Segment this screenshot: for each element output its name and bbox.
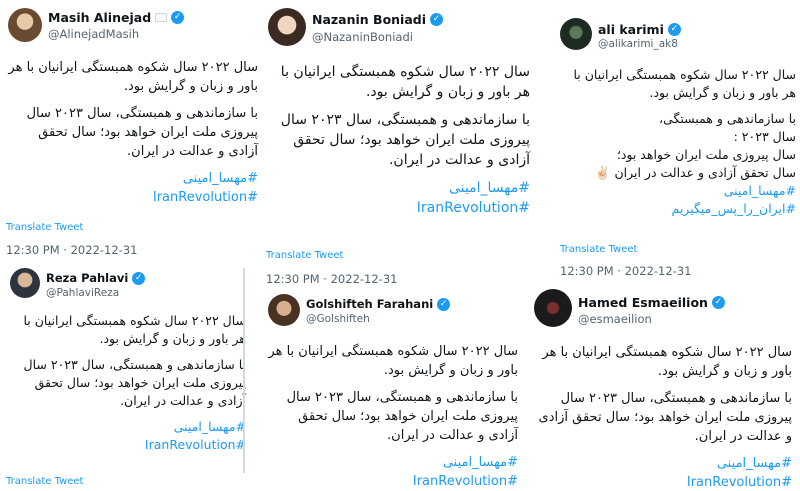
translate-tweet-link[interactable]: Translate Tweet: [6, 476, 83, 487]
verified-icon: ✓: [711, 296, 725, 309]
tweet-paragraph: با سازماندهی و همبستگی، سال ۲۰۲۳ : سال پ…: [560, 110, 796, 182]
user-handle[interactable]: @alikarimi_ak8: [598, 38, 678, 50]
avatar[interactable]: [268, 294, 300, 326]
user-handle[interactable]: @PahlaviReza: [46, 287, 119, 299]
tweet-line: سال پیروزی ملت ایران خواهد بود؛: [616, 147, 796, 162]
hashtag-link[interactable]: #مهسا_امینی: [268, 178, 530, 198]
tweet-paragraph: سال ۲۰۲۲ سال شکوه همبستگی ایرانیان با هر…: [268, 344, 518, 378]
tweet-text: سال ۲۰۲۲ سال شکوه همبستگی ایرانیان با هر…: [536, 343, 792, 491]
display-name[interactable]: Reza Pahlavi ✓: [46, 271, 146, 285]
tweet-paragraph: سال ۲۰۲۲ سال شکوه همبستگی ایرانیان با هر…: [542, 345, 792, 379]
verified-icon: ✓: [437, 297, 451, 311]
tweet-card-alinejad: Masih Alinejad ✓ @AlinejadMasih سال ۲۰۲۲…: [0, 0, 262, 260]
flag-icon: [155, 13, 168, 22]
tweet-card-boniadi: Nazanin Boniadi ✓ @NazaninBoniadi سال ۲۰…: [262, 0, 538, 290]
hashtag-link[interactable]: #مهسا_امینی: [560, 182, 796, 200]
display-name[interactable]: ali karimi ✓: [598, 22, 681, 37]
display-name[interactable]: Hamed Esmaeilion ✓: [578, 295, 725, 310]
display-name[interactable]: Masih Alinejad ✓: [48, 10, 185, 25]
tweet-card-pahlavi: Reza Pahlavi ✓ @PahlaviReza سال ۲۰۲۲ سال…: [0, 262, 252, 491]
tweet-paragraph: سال ۲۰۲۲ سال شکوه همبستگی ایرانیان با هر…: [23, 313, 246, 346]
tweet-text: سال ۲۰۲۲ سال شکوه همبستگی ایرانیان با هر…: [268, 62, 530, 218]
hashtag-link[interactable]: #IranRevolution: [268, 472, 518, 491]
avatar[interactable]: [534, 289, 572, 327]
avatar[interactable]: [268, 8, 306, 46]
hashtag-link[interactable]: #مهسا_امینی: [8, 418, 246, 436]
hashtag-link[interactable]: #IranRevolution: [8, 436, 246, 454]
tweet-card-karimi: ali karimi ✓ @alikarimi_ak8 سال ۲۰۲۲ سال…: [556, 0, 800, 285]
tweet-timestamp[interactable]: 12:30 PM · 2022-12-31: [266, 272, 397, 286]
tweet-card-esmaeilion: Hamed Esmaeilion ✓ @esmaeilion سال ۲۰۲۲ …: [530, 285, 800, 491]
translate-tweet-link[interactable]: Translate Tweet: [560, 244, 637, 255]
verified-icon: ✓: [430, 13, 444, 26]
tweet-card-farahani: Golshifteh Farahani ✓ @Golshifteh سال ۲۰…: [262, 290, 524, 491]
verified-icon: ✓: [132, 271, 146, 285]
tweet-paragraph: سال ۲۰۲۲ سال شکوه همبستگی ایرانیان با هر…: [8, 60, 258, 94]
avatar[interactable]: [10, 268, 40, 298]
tweet-paragraph: سال ۲۰۲۲ سال شکوه همبستگی ایرانیان با هر…: [280, 64, 530, 100]
tweet-paragraph: با سازماندهی و همبستگی، سال ۲۰۲۳ سال پیر…: [538, 391, 792, 444]
display-name[interactable]: Nazanin Boniadi ✓: [312, 12, 444, 27]
tweet-line: سال ۲۰۲۳ :: [733, 129, 796, 144]
hashtag-link[interactable]: #ایران_را_پس_میگیریم: [560, 200, 797, 218]
verified-icon: ✓: [667, 23, 681, 36]
hashtag-link[interactable]: #مهسا_امینی: [268, 453, 518, 472]
tweet-timestamp[interactable]: 12:30 PM · 2022-12-31: [6, 243, 137, 257]
avatar[interactable]: [560, 18, 592, 50]
tweet-text: سال ۲۰۲۲ سال شکوه همبستگی ایرانیان با هر…: [268, 342, 518, 491]
user-handle[interactable]: @NazaninBoniadi: [312, 30, 413, 44]
user-handle[interactable]: @AlinejadMasih: [48, 27, 139, 41]
tweet-line: با سازماندهی و همبستگی،: [659, 111, 796, 126]
hashtag-link[interactable]: #مهسا_امینی: [536, 454, 792, 473]
display-name[interactable]: Golshifteh Farahani ✓: [306, 297, 451, 311]
tweet-paragraph: با سازماندهی و همبستگی، سال ۲۰۲۳ سال پیر…: [286, 390, 518, 443]
tweet-text: سال ۲۰۲۲ سال شکوه همبستگی ایرانیان با هر…: [560, 66, 796, 218]
tweet-paragraph: با سازماندهی و همبستگی، سال ۲۰۲۳ سال پیر…: [26, 106, 258, 159]
translate-tweet-link[interactable]: Translate Tweet: [6, 222, 83, 233]
verified-icon: ✓: [171, 11, 185, 24]
avatar[interactable]: [8, 8, 42, 42]
hashtag-link[interactable]: #IranRevolution: [8, 188, 258, 207]
hashtag-link[interactable]: #IranRevolution: [268, 198, 530, 218]
hashtag-link[interactable]: #IranRevolution: [536, 473, 792, 491]
user-handle[interactable]: @Golshifteh: [306, 313, 370, 325]
hashtag-link[interactable]: #مهسا_امینی: [8, 169, 258, 188]
divider: [243, 268, 245, 473]
tweet-paragraph: سال ۲۰۲۲ سال شکوه همبستگی ایرانیان با هر…: [573, 67, 796, 100]
user-handle[interactable]: @esmaeilion: [578, 312, 652, 326]
tweet-timestamp[interactable]: 12:30 PM · 2022-12-31: [560, 264, 691, 278]
tweet-paragraph: با سازماندهی و همبستگی، سال ۲۰۲۳ سال پیر…: [280, 112, 530, 168]
tweet-line: سال تحقق آزادی و عدالت در ایران ✌🏻: [594, 165, 796, 180]
tweet-text: سال ۲۰۲۲ سال شکوه همبستگی ایرانیان با هر…: [8, 58, 258, 207]
translate-tweet-link[interactable]: Translate Tweet: [266, 250, 343, 261]
tweet-text: سال ۲۰۲۲ سال شکوه همبستگی ایرانیان با هر…: [8, 312, 246, 454]
tweet-paragraph: با سازماندهی و همبستگی، سال ۲۰۲۳ سال پیر…: [23, 357, 246, 408]
